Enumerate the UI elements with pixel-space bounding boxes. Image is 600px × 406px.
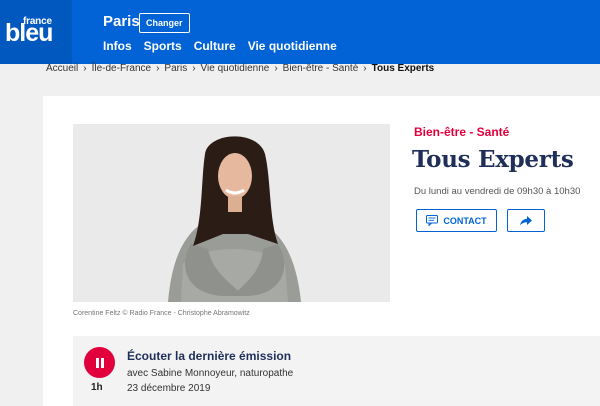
breadcrumb-item[interactable]: Paris: [164, 63, 187, 75]
show-card: Corentine Feltz © Radio France - Christo…: [43, 96, 600, 406]
nav-item-culture[interactable]: Culture: [194, 37, 236, 55]
breadcrumb: Accueil › Île-de-France › Paris › Vie qu…: [46, 63, 434, 75]
episode-guest: avec Sabine Monnoyeur, naturopathe: [127, 368, 294, 379]
logo-big-text: bleu: [5, 19, 53, 47]
show-category[interactable]: Bien-être - Santé: [414, 125, 509, 139]
contact-button[interactable]: CONTACT: [416, 209, 497, 232]
france-bleu-logo[interactable]: france bleu: [0, 0, 72, 64]
breadcrumb-item[interactable]: Vie quotidienne: [201, 63, 270, 75]
photo-caption: Corentine Feltz © Radio France - Christo…: [73, 310, 250, 317]
episode-date: 23 décembre 2019: [127, 383, 211, 394]
site-header: france bleu Paris Changer Infos Sports C…: [0, 0, 600, 64]
nav-item-sports[interactable]: Sports: [144, 37, 182, 55]
host-photo: [73, 124, 390, 302]
breadcrumb-chevron-icon: ›: [156, 63, 160, 74]
breadcrumb-chevron-icon: ›: [192, 63, 196, 74]
message-icon: [426, 215, 439, 226]
nav-item-infos[interactable]: Infos: [103, 37, 132, 55]
current-city: Paris: [103, 13, 140, 30]
nav-item-vie-quotidienne[interactable]: Vie quotidienne: [248, 37, 337, 55]
share-button[interactable]: [507, 209, 545, 232]
pause-icon: [95, 357, 104, 368]
episode-title[interactable]: Écouter la dernière émission: [127, 349, 291, 363]
show-title: Tous Experts: [412, 146, 574, 173]
show-schedule: Du lundi au vendredi de 09h30 à 10h30: [414, 186, 581, 197]
breadcrumb-item[interactable]: Île-de-France: [92, 63, 151, 75]
breadcrumb-item[interactable]: Bien-être - Santé: [283, 63, 359, 75]
share-arrow-icon: [520, 215, 532, 225]
breadcrumb-current: Tous Experts: [371, 63, 435, 74]
host-photo-image: [73, 124, 390, 302]
contact-button-label: CONTACT: [443, 215, 487, 226]
breadcrumb-chevron-icon: ›: [274, 63, 278, 74]
change-city-button[interactable]: Changer: [139, 13, 190, 33]
pause-button[interactable]: [84, 347, 115, 378]
latest-episode: 1h Écouter la dernière émission avec Sab…: [73, 336, 600, 406]
breadcrumb-chevron-icon: ›: [83, 63, 87, 74]
main-nav: Infos Sports Culture Vie quotidienne: [103, 37, 337, 55]
episode-duration: 1h: [91, 382, 103, 393]
breadcrumb-item[interactable]: Accueil: [46, 63, 78, 75]
breadcrumb-chevron-icon: ›: [363, 63, 367, 74]
